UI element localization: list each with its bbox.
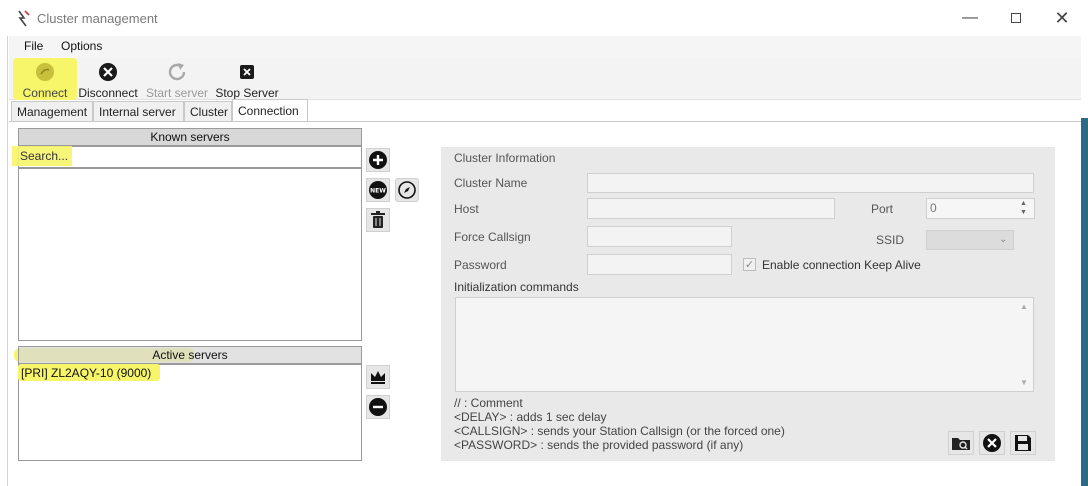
window-left-edge — [0, 36, 8, 486]
hint-comment: // : Comment — [454, 396, 523, 410]
menu-file[interactable]: File — [24, 39, 43, 53]
delete-server-button[interactable] — [366, 208, 390, 232]
known-servers-list[interactable] — [18, 168, 362, 341]
stepper-up-icon[interactable]: ▲ — [1020, 200, 1027, 207]
open-folder-button[interactable] — [948, 431, 974, 455]
maximize-icon — [1011, 13, 1021, 23]
background-window-edge — [1081, 118, 1088, 486]
host-label: Host — [454, 202, 479, 216]
stepper-down-icon[interactable]: ▼ — [1020, 209, 1027, 216]
tab-connection[interactable]: Connection — [232, 99, 308, 122]
active-servers-header: Active servers — [18, 346, 362, 364]
connect-icon — [34, 61, 56, 83]
minus-icon — [369, 398, 387, 416]
close-window-button[interactable]: ✕ — [1039, 4, 1085, 32]
hint-delay: <DELAY> : adds 1 sec delay — [454, 410, 607, 424]
save-button[interactable] — [1010, 431, 1036, 455]
refresh-icon — [166, 61, 188, 83]
init-commands-textarea[interactable]: ▲ ▼ — [455, 297, 1034, 392]
minimize-icon: — — [962, 9, 978, 26]
remove-active-button[interactable] — [366, 395, 390, 419]
hint-password: <PASSWORD> : sends the provided password… — [454, 438, 744, 452]
menu-options[interactable]: Options — [61, 39, 102, 53]
add-server-button[interactable] — [366, 148, 390, 172]
host-field[interactable] — [587, 198, 835, 219]
stop-server-label: Stop Server — [215, 86, 279, 100]
init-commands-label: Initialization commands — [454, 280, 579, 294]
port-stepper[interactable]: 0 ▲ ▼ — [926, 198, 1035, 219]
disconnect-label: Disconnect — [78, 86, 138, 100]
start-server-button[interactable]: Start server — [146, 60, 208, 100]
tab-cluster[interactable]: Cluster — [184, 101, 232, 122]
minimize-button[interactable]: — — [947, 4, 993, 32]
start-server-label: Start server — [146, 86, 209, 100]
add-icon — [369, 151, 387, 169]
maximize-button[interactable] — [993, 4, 1039, 32]
disconnect-button[interactable]: Disconnect — [78, 60, 138, 100]
keep-alive-checkbox[interactable]: ✓ — [743, 258, 756, 271]
set-primary-button[interactable] — [366, 365, 390, 389]
scroll-up-icon[interactable]: ▲ — [1020, 302, 1028, 311]
new-server-button[interactable]: NEW — [366, 178, 390, 202]
ssid-label: SSID — [876, 233, 905, 247]
ssid-select[interactable]: ⌄ — [926, 230, 1014, 250]
svg-text:NEW: NEW — [370, 188, 386, 195]
chevron-down-icon: ⌄ — [999, 234, 1008, 245]
menu-bar — [9, 36, 1081, 58]
force-callsign-label: Force Callsign — [454, 230, 531, 244]
new-badge-icon: NEW — [369, 181, 387, 199]
close-icon: ✕ — [1054, 7, 1070, 28]
tab-management[interactable]: Management — [11, 101, 93, 122]
port-value: 0 — [930, 201, 937, 215]
trash-icon — [371, 211, 385, 228]
compass-icon — [398, 181, 416, 199]
keep-alive-label: Enable connection Keep Alive — [762, 258, 921, 272]
tab-internal-server[interactable]: Internal server — [93, 101, 184, 122]
folder-search-icon — [952, 438, 970, 450]
cancel-button[interactable] — [979, 431, 1005, 455]
stop-icon — [236, 61, 258, 83]
known-servers-header: Known servers — [18, 128, 362, 146]
check-icon: ✓ — [744, 259, 755, 271]
connect-label: Connect — [22, 86, 68, 100]
connect-button[interactable]: Connect — [16, 60, 74, 100]
port-label: Port — [871, 202, 894, 216]
stop-server-button[interactable]: Stop Server — [215, 60, 279, 100]
crown-icon — [371, 371, 385, 384]
title-bar — [0, 0, 1088, 36]
cluster-information-title: Cluster Information — [454, 151, 556, 165]
scroll-down-icon[interactable]: ▼ — [1020, 378, 1028, 387]
edit-server-button[interactable] — [395, 178, 419, 202]
search-placeholder-text: Search... — [20, 149, 69, 163]
force-callsign-field[interactable] — [587, 226, 732, 247]
save-icon — [1015, 435, 1031, 451]
disconnect-icon — [97, 61, 119, 83]
cluster-name-field[interactable] — [587, 173, 1034, 193]
cancel-icon — [983, 434, 1001, 452]
cluster-name-label: Cluster Name — [454, 176, 528, 190]
list-item[interactable]: [PRI] ZL2AQY-10 (9000) — [21, 366, 151, 380]
hint-callsign: <CALLSIGN> : sends your Station Callsign… — [454, 424, 785, 438]
password-field[interactable] — [587, 254, 732, 275]
app-logo-icon — [16, 9, 32, 27]
password-label: Password — [454, 258, 507, 272]
window-title: Cluster management — [37, 11, 158, 26]
